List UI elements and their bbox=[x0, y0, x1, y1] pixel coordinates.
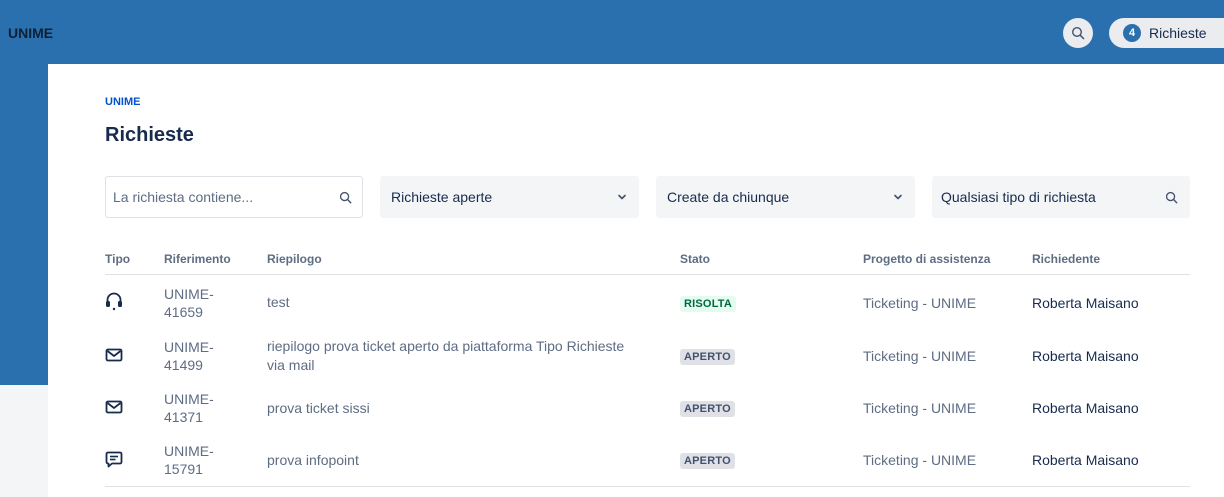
project-cell: Ticketing - UNIME bbox=[863, 294, 977, 311]
chevron-down-icon bbox=[894, 194, 902, 200]
chat-icon bbox=[105, 451, 123, 467]
summary-link[interactable]: prova ticket sissi bbox=[267, 399, 627, 418]
project-cell: Ticketing - UNIME bbox=[863, 348, 977, 364]
summary-link[interactable]: prova infopoint bbox=[267, 451, 627, 470]
chevron-down-icon bbox=[618, 194, 626, 200]
requester-cell: Roberta Maisano bbox=[1032, 400, 1139, 416]
summary-link[interactable]: test bbox=[267, 293, 627, 312]
search-icon bbox=[1071, 26, 1085, 40]
table-header-row: Tipo Riferimento Riepilogo Stato Progett… bbox=[105, 244, 1190, 275]
status-badge: APERTO bbox=[680, 401, 735, 417]
requester-cell: Roberta Maisano bbox=[1032, 294, 1139, 311]
requests-count-badge: 4 bbox=[1123, 24, 1141, 42]
request-search-input[interactable]: La richiesta contiene... bbox=[105, 176, 363, 218]
requests-button[interactable]: 4 Richieste bbox=[1109, 18, 1224, 48]
summary-link[interactable]: riepilogo prova ticket aperto da piattaf… bbox=[267, 337, 627, 375]
status-cell: APERTO bbox=[680, 330, 863, 382]
reference-cell[interactable]: UNIME-41371 bbox=[164, 382, 267, 434]
status-filter-value: Richieste aperte bbox=[391, 189, 493, 205]
reference-cell[interactable]: UNIME-41659 bbox=[164, 275, 267, 331]
status-cell: APERTO bbox=[680, 434, 863, 487]
status-cell: RISOLTA bbox=[680, 275, 863, 331]
requests-table: Tipo Riferimento Riepilogo Stato Progett… bbox=[105, 244, 1190, 487]
type-cell bbox=[105, 330, 164, 382]
reference-link[interactable]: UNIME-15791 bbox=[164, 442, 214, 478]
requester-cell: Roberta Maisano bbox=[1032, 348, 1139, 364]
table-row[interactable]: UNIME-15791 prova infopoint APERTO Ticke… bbox=[105, 434, 1190, 487]
brand-logo[interactable]: UNIME bbox=[8, 25, 53, 41]
requests-label: Richieste bbox=[1149, 25, 1207, 41]
column-header-project[interactable]: Progetto di assistenza bbox=[863, 244, 1032, 275]
column-header-type[interactable]: Tipo bbox=[105, 244, 164, 275]
type-cell bbox=[105, 382, 164, 434]
search-placeholder: La richiesta contiene... bbox=[113, 189, 254, 205]
headset-icon bbox=[106, 292, 122, 311]
status-filter-dropdown[interactable]: Richieste aperte bbox=[380, 176, 639, 218]
global-search-button[interactable] bbox=[1063, 18, 1093, 48]
summary-cell[interactable]: prova infopoint bbox=[267, 434, 680, 487]
project-cell: Ticketing - UNIME bbox=[863, 434, 1032, 487]
search-icon bbox=[1165, 191, 1178, 203]
column-header-reference[interactable]: Riferimento bbox=[164, 244, 267, 275]
status-badge: APERTO bbox=[680, 349, 735, 365]
column-header-summary[interactable]: Riepilogo bbox=[267, 244, 680, 275]
status-badge: RISOLTA bbox=[680, 295, 737, 312]
table-row[interactable]: UNIME-41659 test RISOLTA Ticketing - UNI… bbox=[105, 275, 1190, 331]
column-header-requester[interactable]: Richiedente bbox=[1032, 244, 1190, 275]
type-cell bbox=[105, 434, 164, 487]
summary-cell[interactable]: riepilogo prova ticket aperto da piattaf… bbox=[267, 330, 680, 382]
status-cell: APERTO bbox=[680, 382, 863, 434]
table-row[interactable]: UNIME-41499 riepilogo prova ticket apert… bbox=[105, 330, 1190, 382]
project-cell: Ticketing - UNIME bbox=[863, 400, 977, 416]
status-badge: APERTO bbox=[680, 453, 735, 469]
reference-cell[interactable]: UNIME-15791 bbox=[164, 434, 267, 487]
reference-link[interactable]: UNIME-41659 bbox=[164, 285, 214, 321]
type-cell bbox=[105, 275, 164, 331]
page-title: Richieste bbox=[105, 124, 194, 146]
request-type-filter[interactable]: Qualsiasi tipo di richiesta bbox=[932, 176, 1190, 218]
main-panel: UNIME Richieste La richiesta contiene...… bbox=[48, 64, 1224, 497]
mail-icon bbox=[105, 400, 123, 413]
summary-cell[interactable]: prova ticket sissi bbox=[267, 382, 680, 434]
creator-filter-value: Create da chiunque bbox=[667, 189, 790, 205]
column-header-status[interactable]: Stato bbox=[680, 244, 863, 275]
breadcrumb[interactable]: UNIME bbox=[105, 96, 140, 108]
reference-link[interactable]: UNIME-41371 bbox=[164, 390, 214, 426]
table-row[interactable]: UNIME-41371 prova ticket sissi APERTO Ti… bbox=[105, 382, 1190, 434]
request-type-filter-value: Qualsiasi tipo di richiesta bbox=[941, 189, 1096, 205]
creator-filter-dropdown[interactable]: Create da chiunque bbox=[656, 176, 915, 218]
search-icon bbox=[339, 191, 352, 203]
reference-link[interactable]: UNIME-41499 bbox=[164, 338, 214, 374]
summary-cell[interactable]: test bbox=[267, 275, 680, 331]
mail-icon bbox=[105, 348, 123, 361]
requester-cell: Roberta Maisano bbox=[1032, 434, 1190, 487]
reference-cell[interactable]: UNIME-41499 bbox=[164, 330, 267, 382]
